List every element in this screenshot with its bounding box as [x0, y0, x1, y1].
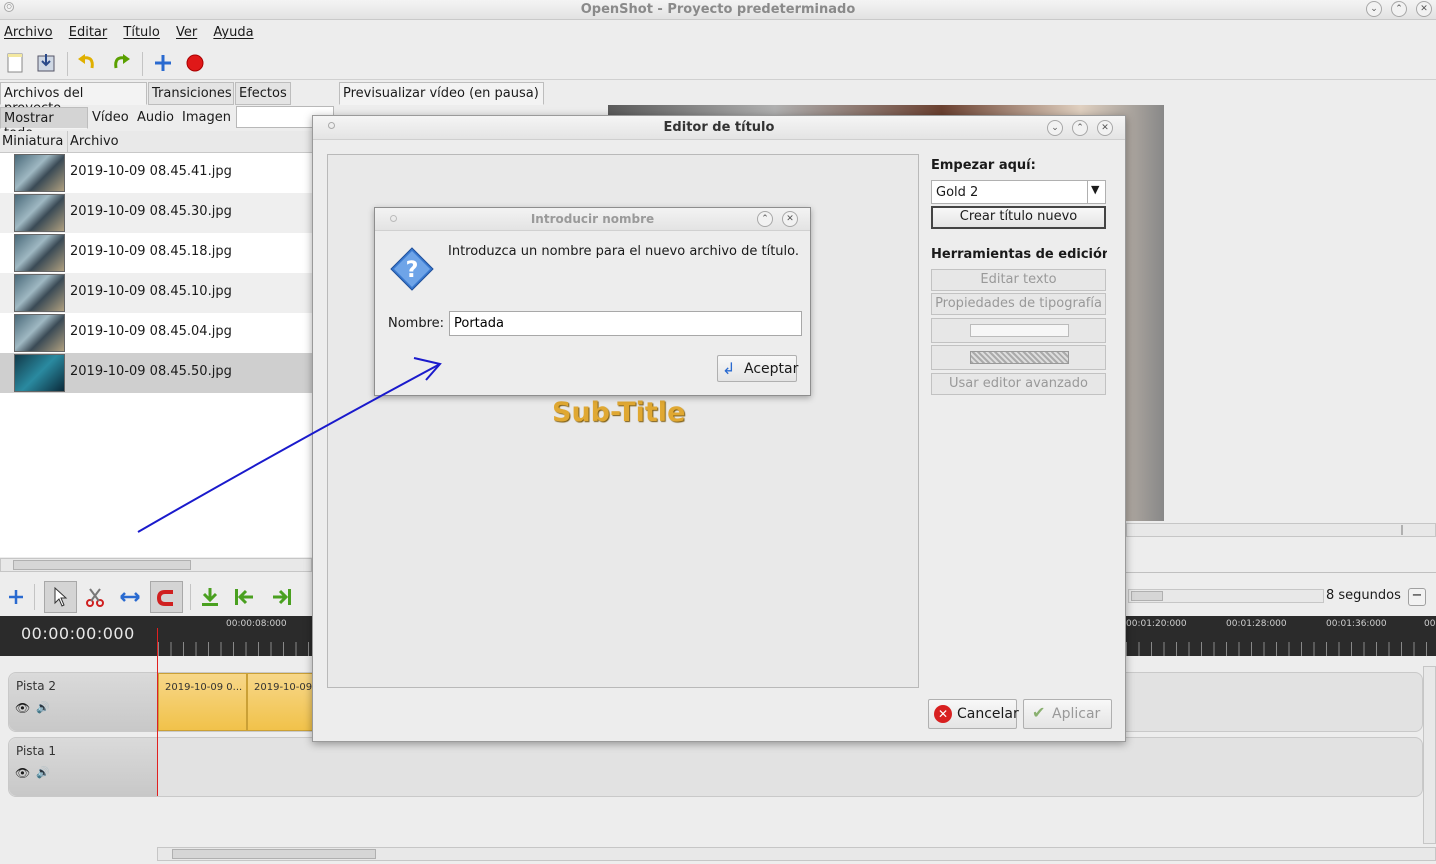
annotation-arrow	[137, 357, 442, 533]
